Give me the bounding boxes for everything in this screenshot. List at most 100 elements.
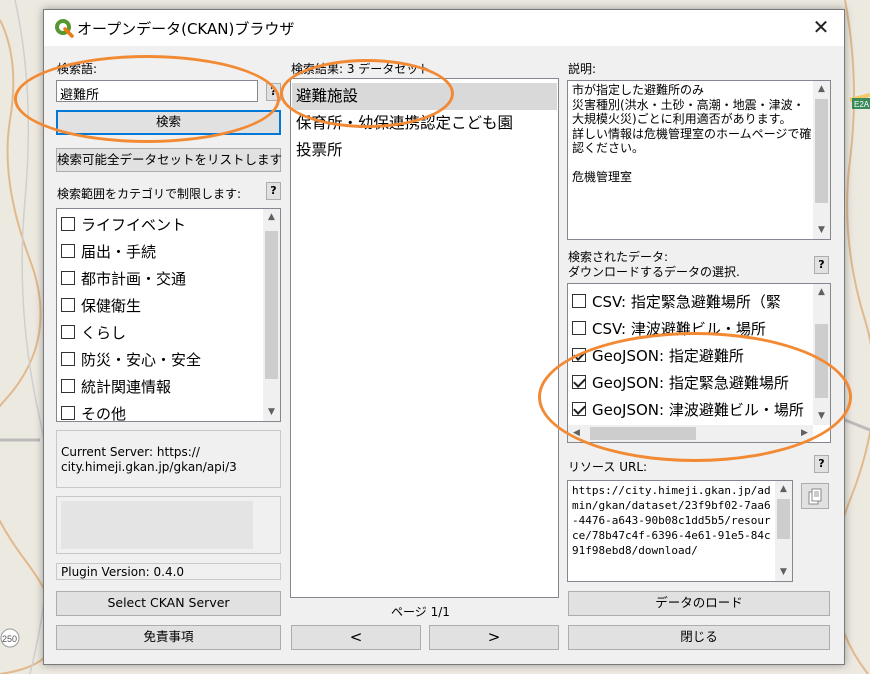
category-checkbox[interactable] xyxy=(61,406,75,420)
scroll-thumb[interactable] xyxy=(265,231,278,379)
next-page-button[interactable]: > xyxy=(429,625,559,650)
data-checkbox-checked[interactable] xyxy=(572,348,586,362)
scroll-down-arrow-icon[interactable]: ▼ xyxy=(813,408,830,425)
category-item-label: 保健衛生 xyxy=(81,296,142,315)
close-window-button[interactable]: ✕ xyxy=(798,10,844,46)
data-list: CSV: 指定緊急避難場所（緊 CSV: 津波避難ビル・場所 GeoJSON: … xyxy=(567,283,831,443)
category-checkbox[interactable] xyxy=(61,217,75,231)
category-item-label: 防災・安心・安全 xyxy=(81,350,202,369)
category-checkbox[interactable] xyxy=(61,379,75,393)
scroll-down-arrow-icon[interactable]: ▼ xyxy=(775,564,792,581)
category-checkbox[interactable] xyxy=(61,298,75,312)
category-item[interactable]: その他 xyxy=(61,400,127,422)
resource-url-text: https://city.himeji.gkan.jp/admin/gkan/d… xyxy=(572,484,771,557)
prev-page-button[interactable]: < xyxy=(291,625,421,650)
scroll-up-arrow-icon[interactable]: ▲ xyxy=(813,81,830,98)
scroll-thumb[interactable] xyxy=(815,324,828,398)
data-help-button[interactable]: ? xyxy=(814,256,829,274)
category-item[interactable]: 都市計画・交通 xyxy=(61,265,186,291)
category-item[interactable]: 防災・安心・安全 xyxy=(61,346,201,372)
scroll-down-arrow-icon[interactable]: ▼ xyxy=(263,404,280,421)
road-number-label: 250 xyxy=(2,634,17,644)
search-help-button[interactable]: ? xyxy=(266,83,281,101)
data-checkbox[interactable] xyxy=(572,321,586,335)
search-label: 検索語: xyxy=(57,62,98,76)
data-checkbox-checked[interactable] xyxy=(572,375,586,389)
description-scrollbar[interactable]: ▲ ▼ xyxy=(813,81,830,239)
qgis-logo-icon xyxy=(55,19,74,38)
description-text: 市が指定した避難所のみ 災害種別(洪水・土砂・高潮・地震・津波・大規模火災)ごと… xyxy=(572,83,812,184)
copy-url-button[interactable] xyxy=(801,483,829,509)
data-item[interactable]: CSV: 指定緊急避難場所（緊 xyxy=(572,288,781,314)
plugin-version: Plugin Version: 0.4.0 xyxy=(61,565,185,579)
data-item[interactable]: GeoJSON: 指定緊急避難場所 xyxy=(572,369,789,395)
category-scrollbar[interactable]: ▲ ▼ xyxy=(263,209,280,421)
current-server-panel: Current Server: https:// city.himeji.gka… xyxy=(56,430,281,488)
blank-panel-fill xyxy=(61,501,253,549)
close-button[interactable]: 閉じる xyxy=(568,625,830,650)
scroll-up-arrow-icon[interactable]: ▲ xyxy=(775,481,792,498)
data-item[interactable]: CSV: 津波避難ビル・場所 xyxy=(572,315,766,341)
road-badge: E2A xyxy=(854,100,870,109)
scroll-down-arrow-icon[interactable]: ▼ xyxy=(813,222,830,239)
category-item-label: 統計関連情報 xyxy=(81,377,172,396)
scroll-thumb[interactable] xyxy=(777,499,790,539)
description-label: 説明: xyxy=(568,62,597,76)
data-checkbox[interactable] xyxy=(572,294,586,308)
scroll-thumb[interactable] xyxy=(590,427,696,440)
category-checkbox[interactable] xyxy=(61,325,75,339)
description-box[interactable]: 市が指定した避難所のみ 災害種別(洪水・土砂・高潮・地震・津波・大規模火災)ごと… xyxy=(567,80,831,240)
category-item-label: くらし xyxy=(81,323,127,342)
search-button[interactable]: 検索 xyxy=(56,110,281,135)
category-item[interactable]: くらし xyxy=(61,319,126,345)
window-title: オープンデータ(CKAN)ブラウザ xyxy=(77,20,295,38)
list-all-datasets-button[interactable]: 検索可能全データセットをリストします xyxy=(56,148,282,172)
category-item[interactable]: 届出・手続 xyxy=(61,238,156,264)
category-checkbox[interactable] xyxy=(61,244,75,258)
scroll-thumb[interactable] xyxy=(815,99,828,203)
category-item-label: その他 xyxy=(81,404,127,422)
category-label: 検索範囲をカテゴリで制限します: xyxy=(57,187,242,201)
data-item-label: GeoJSON: 指定避難所 xyxy=(592,346,744,365)
plugin-version-panel: Plugin Version: 0.4.0 xyxy=(56,563,281,580)
category-checkbox[interactable] xyxy=(61,271,75,285)
data-list-hscrollbar[interactable]: ◀ ▶ xyxy=(568,425,813,442)
select-ckan-server-button[interactable]: Select CKAN Server xyxy=(56,591,281,616)
load-data-button[interactable]: データのロード xyxy=(568,591,830,616)
result-item[interactable]: 避難施設 xyxy=(292,83,557,110)
category-help-button[interactable]: ? xyxy=(266,182,281,200)
disclaimer-button[interactable]: 免責事項 xyxy=(56,625,281,650)
data-item-label: CSV: 指定緊急避難場所（緊 xyxy=(592,292,781,311)
data-item[interactable]: GeoJSON: 津波避難ビル・場所 xyxy=(572,396,804,422)
resource-help-button[interactable]: ? xyxy=(814,455,829,473)
search-input[interactable]: 避難所 xyxy=(56,80,258,102)
data-checkbox-checked[interactable] xyxy=(572,402,586,416)
resource-url-scrollbar[interactable]: ▲ ▼ xyxy=(775,481,792,581)
ckan-browser-dialog: オープンデータ(CKAN)ブラウザ ✕ 検索語: 避難所 ? 検索 検索可能全デ… xyxy=(43,9,845,665)
result-item[interactable]: 保育所・幼保連携認定こども園 xyxy=(292,110,557,137)
category-item-label: 届出・手続 xyxy=(81,242,157,261)
category-item[interactable]: 保健衛生 xyxy=(61,292,141,318)
data-item[interactable]: GeoJSON: 指定避難所 xyxy=(572,342,744,368)
resource-url-label: リソース URL: xyxy=(568,460,648,474)
results-list: 避難施設 保育所・幼保連携認定こども園 投票所 xyxy=(290,78,559,598)
data-list-vscrollbar[interactable]: ▲ ▼ xyxy=(813,284,830,425)
category-item[interactable]: ライフイベント xyxy=(61,211,186,237)
category-item-label: ライフイベント xyxy=(81,215,187,234)
scroll-up-arrow-icon[interactable]: ▲ xyxy=(813,284,830,301)
category-checkbox[interactable] xyxy=(61,352,75,366)
current-server-text: Current Server: https:// city.himeji.gka… xyxy=(61,445,237,474)
data-item-label: GeoJSON: 指定緊急避難場所 xyxy=(592,373,789,392)
result-item[interactable]: 投票所 xyxy=(292,137,557,164)
data-item-label: CSV: 津波避難ビル・場所 xyxy=(592,319,766,338)
resource-url-box[interactable]: https://city.himeji.gkan.jp/admin/gkan/d… xyxy=(567,480,793,582)
category-item[interactable]: 統計関連情報 xyxy=(61,373,171,399)
scroll-left-arrow-icon[interactable]: ◀ xyxy=(568,425,585,442)
copy-icon xyxy=(808,488,822,505)
search-input-value: 避難所 xyxy=(60,88,100,102)
scroll-up-arrow-icon[interactable]: ▲ xyxy=(263,209,280,226)
page-indicator: ページ 1/1 xyxy=(391,605,450,619)
scroll-right-arrow-icon[interactable]: ▶ xyxy=(796,425,813,442)
data-item-label: GeoJSON: 津波避難ビル・場所 xyxy=(592,400,804,419)
results-label: 検索結果: 3 データセット xyxy=(291,62,431,76)
